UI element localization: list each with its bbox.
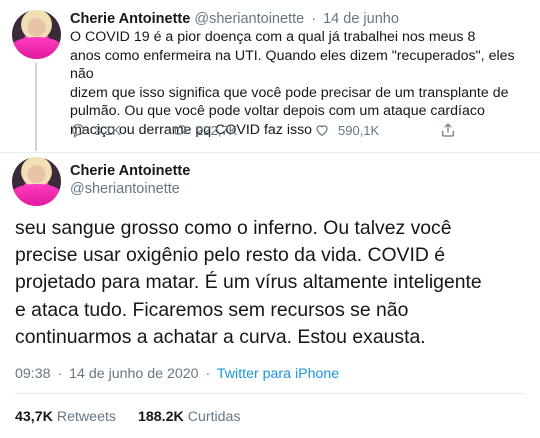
avatar[interactable] — [12, 157, 61, 206]
tweet2-meta: 09:38 · 14 de junho de 2020 · Twitter pa… — [15, 366, 339, 382]
tweet1-date[interactable]: 14 de junho — [323, 11, 399, 27]
like-button[interactable]: 590,1K — [314, 122, 379, 138]
meta-divider — [15, 393, 525, 394]
tweet2-stats: 43,7K Retweets 188.2K Curtidas — [15, 409, 259, 425]
retweet-count: 222,7K — [196, 122, 238, 138]
tweet2-separator: · — [57, 366, 63, 382]
likes-stat[interactable]: 188.2K Curtidas — [138, 409, 259, 425]
retweet-button[interactable]: 222,7K — [172, 122, 237, 138]
tweet2-text-line: precise usar oxigênio pelo resto da vida… — [15, 244, 446, 267]
tweet1-author-handle[interactable]: @sheriantoinette — [194, 11, 304, 27]
tweet1-text-line: O COVID 19 é a pior doença com a qual já… — [70, 29, 476, 45]
tweet2-time[interactable]: 09:38 — [15, 366, 51, 382]
share-button[interactable] — [440, 122, 464, 138]
reply-count: 3,1K — [94, 122, 121, 138]
tweet2-author-name[interactable]: Cherie Antoinette — [70, 163, 190, 179]
tweet2-text-line: continuarmos a achatar a curva. Estou ex… — [15, 325, 426, 348]
tweet2-author-handle[interactable]: @sheriantoinette — [70, 181, 180, 197]
reply-icon — [72, 124, 84, 138]
retweets-stat[interactable]: 43,7K Retweets — [15, 409, 134, 425]
tweet2-text: seu sangue grosso como o inferno. Ou tal… — [15, 215, 525, 351]
heart-icon — [316, 125, 328, 137]
tweet1-header: Cherie Antoinette @sheriantoinette · 14 … — [70, 11, 399, 27]
tweet1-text-line: dizem que isso significa que você pode p… — [70, 84, 509, 101]
tweet2-text-line: e ataca tudo. Ficaremos sem recursos se … — [15, 298, 409, 321]
tweet1-author-name[interactable]: Cherie Antoinette — [70, 11, 190, 27]
retweets-stat-label: Retweets — [56, 409, 116, 425]
tweet1-text-line: anos como enfermeira na UTI. Quando eles… — [70, 47, 515, 83]
tweet2-date[interactable]: 14 de junho de 2020 — [69, 366, 198, 382]
thread-connector-line — [35, 63, 37, 151]
tweet1-separator: · — [311, 11, 317, 27]
share-icon — [442, 123, 454, 137]
retweet-icon — [172, 125, 188, 135]
tweet2-text-line: seu sangue grosso como o inferno. Ou tal… — [15, 217, 452, 239]
tweet2-source-link[interactable]: Twitter para iPhone — [217, 366, 339, 382]
tweet1-text-line: pulmão. Ou que você pode voltar depois c… — [70, 103, 485, 119]
reply-button[interactable]: 3,1K — [70, 122, 121, 138]
like-count: 590,1K — [338, 122, 380, 138]
retweets-stat-count: 43,7K — [15, 409, 53, 425]
likes-stat-label: Curtidas — [187, 409, 241, 425]
tweet2-separator: · — [205, 366, 211, 382]
avatar[interactable] — [12, 10, 61, 59]
tweet-divider — [0, 152, 540, 153]
likes-stat-count: 188.2K — [137, 409, 184, 425]
tweet2-text-line: projetado para matar. É um vírus altamen… — [15, 271, 482, 294]
